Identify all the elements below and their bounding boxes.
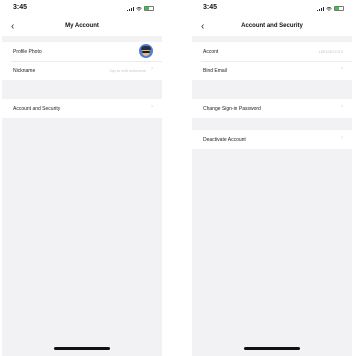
profile-list: Profile Photo Nickname Tap to edit nickn…: [2, 42, 162, 80]
avatar[interactable]: [139, 44, 153, 58]
account-label: Accont: [203, 49, 219, 55]
status-icons: [317, 6, 344, 11]
change-password-label: Change Sign-in Password: [203, 106, 261, 112]
nickname-label: Nickname: [13, 68, 36, 74]
profile-photo-row[interactable]: Profile Photo: [2, 42, 162, 61]
page-title: My Account: [65, 23, 99, 29]
home-indicator: [244, 347, 300, 350]
status-bar: 3:45: [2, 0, 162, 20]
status-time: 3:45: [13, 4, 28, 11]
chevron-right-icon: ›: [341, 66, 343, 72]
deactivate-list: Deactivate Account ›: [192, 130, 352, 149]
change-password-row[interactable]: Change Sign-in Password ›: [192, 99, 352, 118]
wifi-icon: [136, 6, 142, 11]
security-list: Account and Security ›: [2, 99, 162, 118]
status-icons: [127, 6, 154, 11]
nickname-placeholder: Tap to edit nickname: [109, 68, 146, 73]
signal-icon: [317, 6, 324, 11]
chevron-right-icon: ›: [341, 104, 343, 110]
account-security-row[interactable]: Account and Security ›: [2, 99, 162, 118]
bind-email-label: Bind Email: [203, 68, 227, 74]
chevron-right-icon: ›: [151, 66, 153, 72]
wifi-icon: [326, 6, 332, 11]
status-time: 3:45: [203, 4, 218, 11]
status-bar: 3:45: [192, 0, 352, 20]
account-list: Accont 18516621219 Bind Email ›: [192, 42, 352, 80]
nav-bar: ‹ My Account: [2, 20, 162, 36]
deactivate-label: Deactivate Account: [203, 137, 246, 143]
account-row: Accont 18516621219: [192, 42, 352, 61]
account-security-screen: 3:45 ‹ Account and Security Accont 18516…: [192, 0, 352, 356]
chevron-right-icon: ›: [151, 104, 153, 110]
my-account-screen: 3:45 ‹ My Account Profile Photo Nickname…: [2, 0, 162, 356]
password-list: Change Sign-in Password ›: [192, 99, 352, 118]
bind-email-row[interactable]: Bind Email ›: [192, 61, 352, 80]
deactivate-row[interactable]: Deactivate Account ›: [192, 130, 352, 149]
nickname-row[interactable]: Nickname Tap to edit nickname ›: [2, 61, 162, 80]
nav-bar: ‹ Account and Security: [192, 20, 352, 36]
chevron-right-icon: ›: [341, 135, 343, 141]
account-value: 18516621219: [318, 49, 343, 54]
account-security-label: Account and Security: [13, 106, 61, 112]
battery-icon: [144, 6, 154, 11]
battery-icon: [334, 6, 344, 11]
page-title: Account and Security: [241, 23, 303, 29]
home-indicator: [54, 347, 110, 350]
profile-photo-label: Profile Photo: [13, 49, 42, 55]
signal-icon: [127, 6, 134, 11]
